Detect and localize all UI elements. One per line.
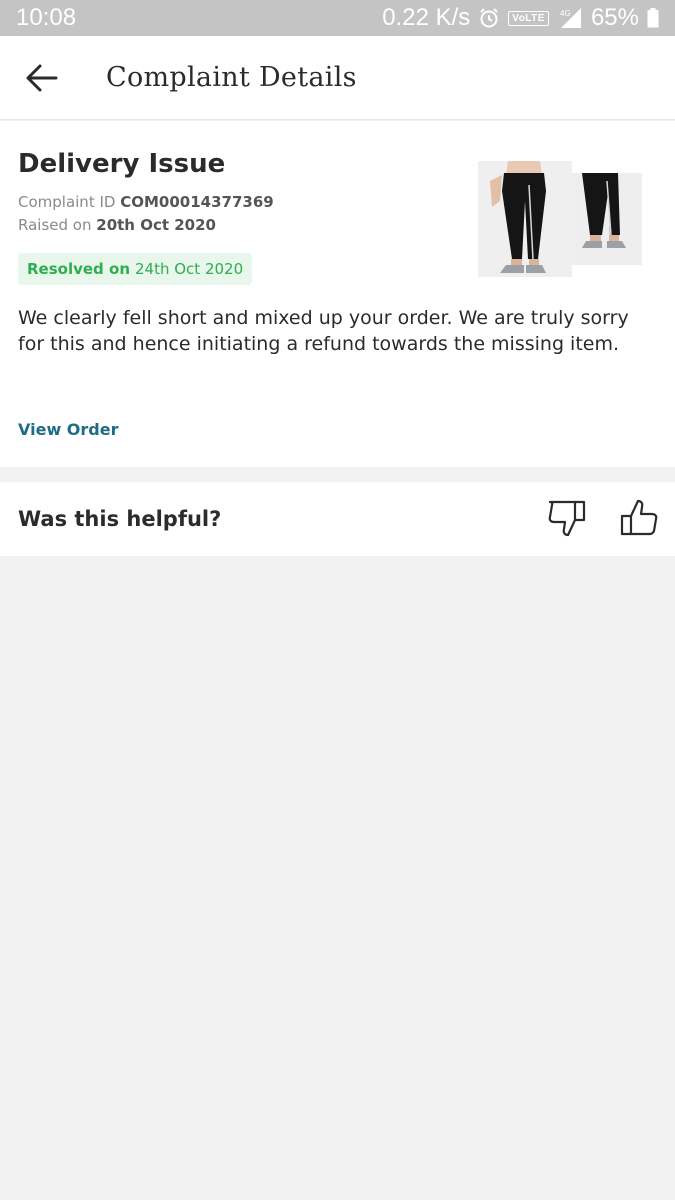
complaint-id-label: Complaint ID: [18, 193, 116, 211]
complaint-title: Delivery Issue: [18, 149, 226, 179]
complaint-card: Delivery Issue Complaint ID COM000143773…: [0, 121, 675, 467]
signal-icon: 4G: [557, 7, 583, 29]
complaint-description: We clearly fell short and mixed up your …: [18, 307, 629, 355]
status-right: 0.22 K/s VoLTE 4G 65%: [382, 4, 659, 32]
status-time: 10:08: [16, 4, 77, 31]
feedback-section: Was this helpful?: [0, 482, 675, 556]
product-images[interactable]: [478, 161, 644, 279]
thumbs-up-icon: [620, 499, 658, 536]
thumbs-down-icon: [548, 500, 586, 537]
product-image-front: [478, 161, 572, 277]
page-title: Complaint Details: [106, 62, 357, 93]
arrow-left-icon: [26, 64, 58, 91]
status-bar: 10:08 0.22 K/s VoLTE 4G 65%: [0, 0, 675, 36]
view-order-link[interactable]: View Order: [18, 420, 118, 439]
battery-percent: 65%: [590, 4, 639, 31]
network-type: 4G: [560, 9, 571, 18]
raised-on-line: Raised on 20th Oct 2020: [18, 216, 216, 234]
network-speed: 0.22 K/s: [382, 4, 471, 31]
volte-badge: VoLTE: [508, 10, 549, 26]
status-badge: Resolved on 24th Oct 2020: [18, 253, 253, 285]
back-button[interactable]: [0, 36, 82, 120]
thumbs-down-button[interactable]: [547, 498, 587, 538]
alarm-icon: [478, 7, 500, 29]
app-bar: Complaint Details: [0, 36, 675, 120]
thumbs-up-button[interactable]: [619, 498, 659, 538]
product-image-side: [572, 173, 642, 265]
raised-on-label: Raised on: [18, 216, 92, 234]
battery-icon: [647, 8, 659, 28]
feedback-question: Was this helpful?: [18, 507, 222, 531]
status-date: 24th Oct 2020: [135, 260, 244, 278]
status-label: Resolved on: [27, 260, 130, 278]
complaint-id-line: Complaint ID COM00014377369: [18, 193, 274, 211]
complaint-id-value: COM00014377369: [120, 193, 274, 211]
raised-on-value: 20th Oct 2020: [96, 216, 216, 234]
